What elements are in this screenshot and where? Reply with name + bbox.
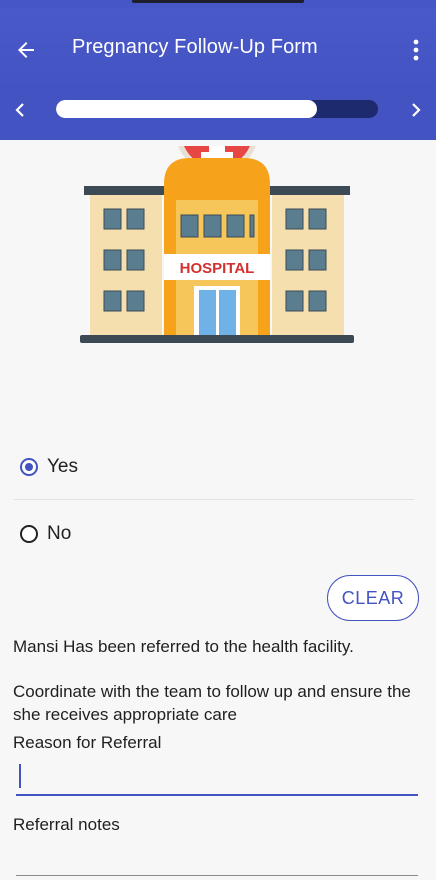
radio-yes[interactable] xyxy=(20,458,38,476)
option-yes[interactable]: Yes xyxy=(0,436,436,500)
progress-fill xyxy=(56,100,317,118)
divider xyxy=(14,499,414,500)
reason-input[interactable] xyxy=(16,760,418,796)
coordination-message: Coordinate with the team to follow up an… xyxy=(13,682,411,724)
radio-no[interactable] xyxy=(20,525,38,543)
option-no[interactable]: No xyxy=(0,502,436,566)
text-cursor xyxy=(19,764,21,788)
option-yes-label: Yes xyxy=(47,456,78,477)
status-bar xyxy=(0,0,436,8)
notes-underline xyxy=(16,875,418,876)
hospital-sign: HOSPITAL xyxy=(180,260,255,277)
form-pager xyxy=(0,88,436,140)
hospital-illustration: HOSPITAL xyxy=(80,140,354,346)
reason-label: Reason for Referral xyxy=(13,733,162,752)
chevron-left-icon[interactable] xyxy=(8,98,32,122)
notch xyxy=(132,0,304,3)
page-title: Pregnancy Follow-Up Form xyxy=(72,36,318,58)
progress-bar xyxy=(56,100,378,118)
chevron-right-icon[interactable] xyxy=(404,98,428,122)
more-options-icon[interactable] xyxy=(412,38,420,62)
app-bar: Pregnancy Follow-Up Form xyxy=(0,8,436,88)
back-arrow-icon[interactable] xyxy=(14,38,38,62)
reason-underline xyxy=(16,794,418,796)
clear-button[interactable]: CLEAR xyxy=(327,575,419,621)
referral-message: Mansi Has been referred to the health fa… xyxy=(13,637,354,656)
option-no-label: No xyxy=(47,523,72,544)
notes-label: Referral notes xyxy=(13,815,120,834)
notes-input[interactable] xyxy=(16,840,418,876)
